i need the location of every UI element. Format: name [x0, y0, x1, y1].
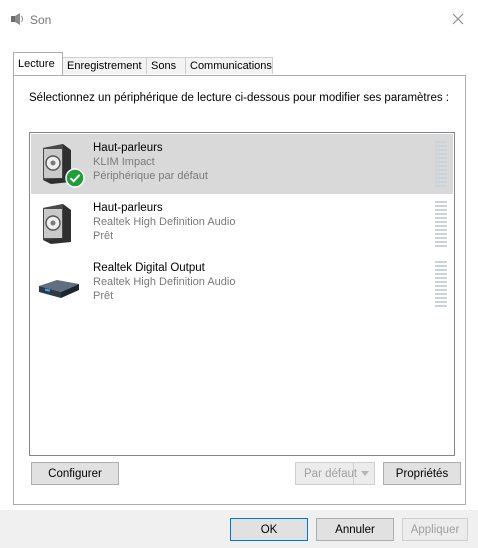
window-title: Son: [30, 13, 52, 27]
digital-output-icon: [39, 280, 79, 298]
instruction-text: Sélectionnez un périphérique de lecture …: [29, 92, 449, 104]
device-item-realtek-speakers[interactable]: Haut-parleurs Realtek High Definition Au…: [31, 194, 453, 254]
device-driver: Realtek High Definition Audio: [93, 276, 236, 288]
ok-button[interactable]: OK: [230, 518, 308, 541]
set-default-button[interactable]: Par défaut: [295, 462, 375, 485]
tab-communications[interactable]: Communications: [185, 57, 273, 74]
close-button[interactable]: [438, 0, 478, 38]
dialog-footer: OK Annuler Appliquer: [0, 510, 478, 548]
volume-meter: [435, 201, 447, 247]
title-bar: Son: [0, 0, 478, 38]
apply-button[interactable]: Appliquer: [402, 518, 468, 541]
device-list[interactable]: Haut-parleurs KLIM Impact Périphérique p…: [29, 132, 455, 456]
device-status: Prêt: [93, 290, 114, 302]
device-status: Périphérique par défaut: [93, 170, 208, 182]
device-item-realtek-digital[interactable]: Realtek Digital Output Realtek High Defi…: [31, 254, 453, 314]
volume-meter: [435, 141, 447, 187]
cancel-button[interactable]: Annuler: [316, 518, 394, 541]
chevron-down-icon: [361, 471, 369, 476]
tab-sons[interactable]: Sons: [146, 57, 186, 74]
close-icon: [452, 13, 464, 25]
device-name: Realtek Digital Output: [93, 262, 205, 274]
device-name: Haut-parleurs: [93, 142, 163, 154]
device-name: Haut-parleurs: [93, 202, 163, 214]
configure-button[interactable]: Configurer: [31, 462, 119, 485]
speaker-icon: [43, 204, 71, 244]
tab-enregistrement[interactable]: Enregistrement: [62, 57, 147, 74]
set-default-label: Par défaut: [304, 467, 358, 480]
device-driver: Realtek High Definition Audio: [93, 216, 236, 228]
volume-meter: [435, 261, 447, 307]
device-item-klim[interactable]: Haut-parleurs KLIM Impact Périphérique p…: [31, 134, 453, 194]
tab-lecture[interactable]: Lecture: [13, 52, 63, 75]
device-driver: KLIM Impact: [93, 156, 155, 168]
device-status: Prêt: [93, 230, 114, 242]
default-check-icon: [65, 168, 85, 188]
speaker-app-icon: [11, 13, 23, 25]
tab-panel: Sélectionnez un périphérique de lecture …: [13, 75, 466, 505]
properties-button[interactable]: Propriétés: [383, 462, 461, 485]
split-divider: [353, 463, 354, 484]
